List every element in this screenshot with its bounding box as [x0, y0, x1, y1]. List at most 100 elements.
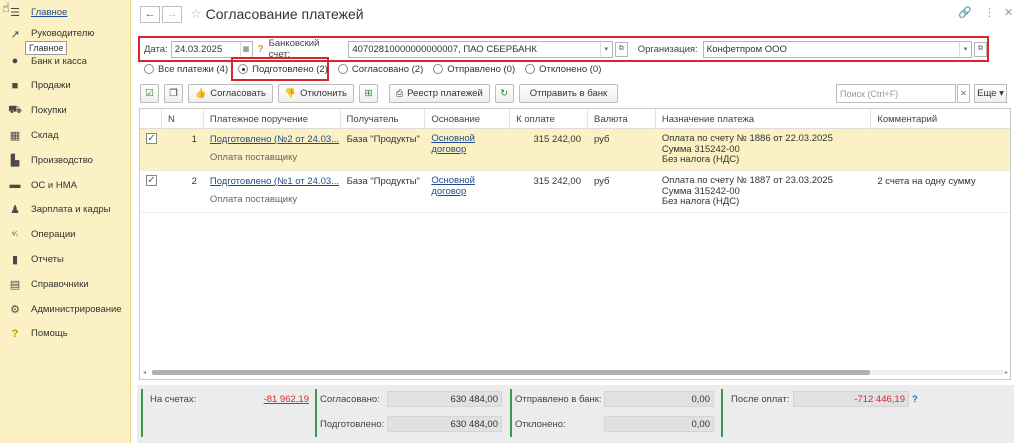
chevron-down-icon[interactable]: ▾ — [959, 41, 971, 57]
table-row[interactable]: ✓ 1 Подготовлено (№2 от 24.03... Оплата … — [140, 129, 1010, 171]
sidebar-item-production[interactable]: ▙ Производство — [0, 148, 130, 173]
order-cell: Подготовлено (№2 от 24.03... Оплата пост… — [204, 129, 341, 170]
column-basis[interactable]: Основание — [425, 109, 511, 129]
add-button[interactable]: ⊞ — [358, 84, 378, 103]
column-amount[interactable]: К оплате — [510, 109, 588, 129]
send-to-bank-button[interactable]: Отправить в банк — [518, 84, 619, 103]
sidebar-item-label: Продажи — [31, 80, 71, 92]
column-check — [140, 109, 162, 129]
back-button[interactable]: ← — [140, 5, 160, 23]
more-button[interactable]: Еще ▾ — [974, 84, 1007, 103]
refresh-button[interactable]: ↻ — [494, 84, 514, 103]
sidebar-item-label: ОС и НМА — [31, 179, 77, 191]
org-field[interactable]: Конфетпром ООО ▾ — [702, 40, 973, 58]
sidebar-item-help[interactable]: ? Помощь — [0, 322, 130, 347]
bar-chart-icon: ▮ — [11, 254, 19, 267]
currency-cell: руб — [594, 176, 610, 187]
sidebar-item-reports[interactable]: ▮ Отчеты — [0, 247, 130, 272]
column-comment[interactable]: Комментарий — [871, 109, 1010, 129]
row-checkbox-cell: ✓ — [140, 171, 162, 212]
order-link[interactable]: Подготовлено (№1 от 24.03... — [210, 176, 340, 187]
forward-button[interactable]: → — [162, 5, 182, 23]
table-row[interactable]: ✓ 2 Подготовлено (№1 от 24.03... Оплата … — [140, 171, 1010, 213]
approve-button[interactable]: 👍 Согласовать — [188, 84, 273, 103]
truck-icon: ▬ — [9, 179, 21, 192]
radio-all[interactable]: Все платежи (4) — [144, 64, 228, 75]
open-org-button[interactable]: ⧉ — [974, 41, 987, 57]
rejected-label: Отклонено: — [515, 419, 566, 430]
help-icon[interactable]: ? — [258, 44, 264, 55]
search-input[interactable]: Поиск (Ctrl+F) — [836, 84, 956, 103]
currency-cell: руб — [594, 134, 610, 145]
book-icon: ▤ — [9, 278, 21, 291]
basis-link[interactable]: договор — [431, 186, 509, 198]
sidebar-item-references[interactable]: ▤ Справочники — [0, 272, 130, 297]
link-icon[interactable]: 🔗 — [958, 6, 972, 19]
payments-table: N Платежное поручение Получатель Основан… — [139, 108, 1011, 380]
after-block: После оплат: -712 446,19 ? — [721, 389, 921, 437]
reject-button[interactable]: 👎 Отклонить — [277, 84, 354, 103]
account-field[interactable]: 40702810000000000007, ПАО СБЕРБАНК ▾ — [348, 40, 613, 58]
sidebar-item-warehouse[interactable]: ▦ Склад — [0, 123, 130, 148]
arrow-right-icon: → — [166, 8, 178, 20]
radio-prepared[interactable]: Подготовлено (2) — [238, 64, 328, 75]
main-panel: ← → ☆ Согласование платежей 🔗 ⋮ ✕ Дата: … — [132, 0, 1024, 443]
gear-icon: ⚙ — [10, 303, 20, 316]
copy-button[interactable]: ❐ — [164, 84, 183, 103]
send-label: Отправить в банк — [529, 88, 608, 99]
checkbox[interactable]: ✓ — [146, 175, 157, 186]
column-order[interactable]: Платежное поручение — [204, 109, 341, 129]
column-purpose[interactable]: Назначение платежа — [656, 109, 872, 129]
sidebar-item-purchases[interactable]: ⛟ Покупки — [0, 98, 130, 123]
help-icon[interactable]: ? — [912, 394, 918, 405]
registry-button[interactable]: ⎙ Реестр платежей — [388, 84, 490, 103]
radio-circle-icon — [525, 64, 536, 74]
accounts-value[interactable]: -81 962,19 — [264, 394, 309, 405]
sidebar-item-admin[interactable]: ⚙ Администрирование — [0, 297, 130, 322]
basis-link[interactable]: Основной — [431, 133, 509, 145]
close-icon[interactable]: ✕ — [1004, 6, 1013, 19]
clear-search-icon[interactable]: ✕ — [957, 84, 970, 103]
radio-rejected[interactable]: Отклонено (0) — [525, 64, 601, 75]
sidebar-item-salary[interactable]: ♟ Зарплата и кадры — [0, 198, 130, 223]
scrollbar-thumb[interactable] — [152, 370, 870, 375]
chevron-down-icon[interactable]: ▾ — [599, 41, 612, 57]
accounts-label: На счетах: — [150, 394, 197, 405]
radio-circle-icon — [433, 64, 444, 74]
select-all-button[interactable]: ☑ — [140, 84, 159, 103]
purpose-line: Без налога (НДС) — [661, 154, 740, 165]
calendar-icon[interactable]: ▦ — [239, 41, 252, 57]
order-sub: Оплата поставщику — [209, 152, 298, 163]
refresh-icon: ↻ — [500, 88, 509, 99]
order-sub: Оплата поставщику — [209, 194, 298, 205]
sidebar-item-label: Отчеты — [31, 254, 64, 266]
radio-approved[interactable]: Согласовано (2) — [337, 64, 423, 75]
basis-link[interactable]: договор — [431, 144, 509, 156]
recipient-cell: База "Продукты" — [346, 176, 420, 187]
sidebar-item-operations[interactable]: ⁸⁄₇ Операции — [0, 222, 130, 247]
scroll-right-icon[interactable]: ▸ — [1005, 369, 1008, 376]
checkbox[interactable]: ✓ — [146, 133, 157, 144]
basis-link[interactable]: Основной — [431, 175, 509, 187]
column-recipient[interactable]: Получатель — [341, 109, 426, 129]
comment-cell — [871, 129, 1010, 170]
sidebar-item-label: Администрирование — [31, 303, 122, 315]
radio-sent[interactable]: Отправлено (0) — [433, 64, 515, 75]
scroll-left-icon[interactable]: ◂ — [143, 369, 146, 376]
more-vertical-icon[interactable]: ⋮ — [984, 6, 995, 19]
radio-circle-icon — [337, 64, 348, 74]
column-n[interactable]: N — [162, 109, 204, 129]
horizontal-scrollbar[interactable] — [152, 370, 1004, 375]
column-currency[interactable]: Валюта — [588, 109, 656, 129]
order-link[interactable]: Подготовлено (№2 от 24.03... — [210, 134, 340, 145]
registry-label: Реестр платежей — [407, 88, 483, 99]
sidebar-item-label: Склад — [31, 130, 59, 142]
sidebar-item-main[interactable]: ☰ Главное — [0, 0, 130, 25]
sidebar-item-sales[interactable]: ■ Продажи — [0, 74, 130, 99]
operations-icon: ⁸⁄₇ — [11, 231, 19, 239]
favorite-star-icon[interactable]: ☆ — [190, 6, 202, 22]
date-field[interactable]: 24.03.2025 ▦ — [170, 40, 253, 58]
check-list-icon: ☑ — [145, 88, 154, 99]
sidebar-item-assets[interactable]: ▬ ОС и НМА — [0, 173, 130, 198]
open-account-button[interactable]: ⧉ — [614, 41, 628, 57]
